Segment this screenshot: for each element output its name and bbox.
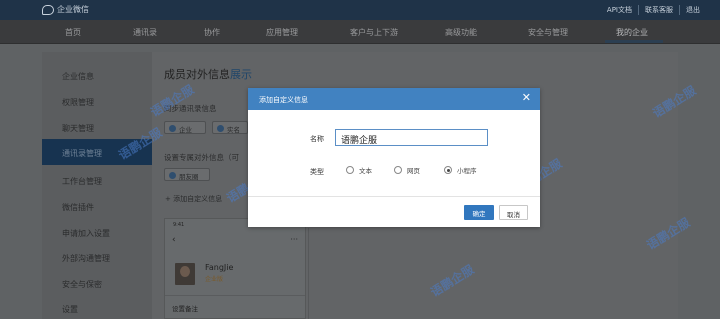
radio-selected-icon: [444, 166, 452, 174]
chip-moments[interactable]: 朋友圈: [164, 168, 210, 181]
phone-preview: 9:41 ••• ■ ‹ ··· FangJie 企业版 设置备注: [164, 218, 306, 319]
phone-time: 9:41: [173, 222, 185, 228]
type-radio-text[interactable]: 文本: [346, 165, 372, 175]
api-docs-link[interactable]: API文档: [601, 5, 638, 15]
sidebar-item-join-settings[interactable]: 申请加入设置: [62, 228, 110, 239]
chip-moments-label: 朋友圈: [179, 173, 199, 181]
sidebar-item-external-comm[interactable]: 外部沟通管理: [62, 253, 110, 264]
preview-side-panel: [308, 228, 690, 319]
nav-item-contacts[interactable]: 通讯录: [133, 27, 157, 38]
radio-circle-icon: [346, 166, 354, 174]
cancel-button[interactable]: 取消: [499, 205, 528, 220]
nav-item-apps[interactable]: 应用管理: [266, 27, 298, 38]
divider: [165, 295, 305, 296]
nav-item-security[interactable]: 安全与管理: [528, 27, 568, 38]
type-radio-miniprogram-label: 小程序: [457, 167, 477, 175]
sidebar-item-chat[interactable]: 聊天管理: [62, 123, 94, 134]
add-custom-info-link[interactable]: + 添加自定义信息: [165, 194, 222, 204]
dialog-header: 添加自定义信息 ✕: [248, 88, 540, 110]
sidebar-item-permissions[interactable]: 权限管理: [62, 97, 94, 108]
name-label: 名称: [310, 135, 324, 143]
nav-item-customers[interactable]: 客户与上下游: [350, 27, 398, 38]
chip-realname[interactable]: 实名: [212, 121, 248, 134]
type-radio-webpage[interactable]: 网页: [394, 165, 420, 175]
add-custom-info-dialog: 添加自定义信息 ✕ 名称 语鹏企服 类型 文本 网页 小程序 确定 取消: [248, 88, 540, 227]
chip-company[interactable]: 企业: [164, 121, 206, 134]
sidebar-item-company-info[interactable]: 企业信息: [62, 71, 94, 82]
member-company: 企业版: [205, 276, 224, 283]
type-radio-webpage-label: 网页: [407, 167, 420, 175]
chip-company-label: 企业: [179, 126, 192, 134]
sidebar-item-workbench[interactable]: 工作台管理: [62, 176, 102, 187]
chip-realname-label: 实名: [227, 126, 240, 134]
exclusive-info-label: 设置专属对外信息（可: [164, 153, 239, 162]
check-icon: [169, 172, 176, 179]
close-icon[interactable]: ✕: [522, 92, 531, 104]
type-radio-miniprogram[interactable]: 小程序: [444, 165, 477, 175]
radio-circle-icon: [394, 166, 402, 174]
more-icon: ···: [290, 235, 298, 244]
logout-link[interactable]: 退出: [679, 5, 706, 15]
confirm-button[interactable]: 确定: [464, 205, 494, 220]
name-input[interactable]: 语鹏企服: [335, 129, 488, 146]
header-links: API文档 联系客服 退出: [601, 5, 706, 15]
top-bar: 企业微信 API文档 联系客服 退出: [0, 0, 720, 20]
page-title-text: 成员对外信息: [164, 68, 230, 81]
nav-active-indicator: [605, 40, 663, 43]
contact-support-link[interactable]: 联系客服: [638, 5, 679, 15]
type-label: 类型: [310, 168, 324, 176]
set-remark-row: 设置备注: [172, 305, 198, 313]
back-chevron-icon: ‹: [172, 235, 176, 245]
nav-item-advanced[interactable]: 高级功能: [445, 27, 477, 38]
dialog-title: 添加自定义信息: [259, 96, 308, 104]
nav-item-my-company[interactable]: 我的企业: [616, 27, 648, 38]
sidebar-item-wechat-plugin[interactable]: 微信插件: [62, 202, 94, 213]
member-name: FangJie: [205, 263, 234, 272]
check-icon: [169, 125, 176, 132]
app-logo-text: 企业微信: [57, 5, 89, 14]
nav-item-collaboration[interactable]: 协作: [204, 27, 220, 38]
dialog-divider: [248, 196, 540, 197]
sidebar-item-security[interactable]: 安全与保密: [62, 279, 102, 290]
sidebar-item-contacts-mgmt[interactable]: 通讯录管理: [62, 148, 102, 159]
page-title: 成员对外信息展示: [164, 66, 252, 82]
nav-item-home[interactable]: 首页: [65, 27, 81, 38]
type-radio-text-label: 文本: [359, 167, 372, 175]
wecom-logo-icon: [42, 4, 54, 15]
avatar: [175, 263, 195, 285]
check-icon: [217, 125, 224, 132]
page-title-accent: 展示: [230, 68, 252, 81]
sidebar-item-settings[interactable]: 设置: [62, 304, 78, 315]
app-logo[interactable]: 企业微信: [42, 4, 89, 15]
